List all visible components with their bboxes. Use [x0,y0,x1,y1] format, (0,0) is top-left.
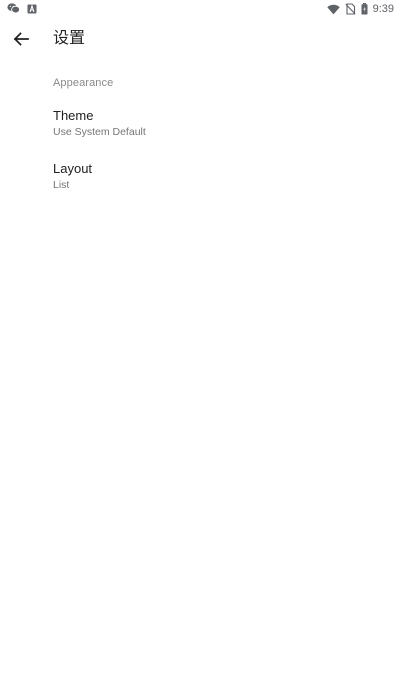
preference-summary: Use System Default [53,126,146,138]
status-bar: 9:39 [0,0,400,18]
app-toolbar: 设置 [0,18,400,60]
preference-title: Theme [53,108,94,123]
preference-theme[interactable]: Theme Use System Default [0,104,400,150]
battery-icon [361,3,368,15]
preference-summary: List [53,179,70,191]
preference-layout[interactable]: Layout List [0,157,400,203]
status-time: 9:39 [372,3,394,15]
preference-title: Layout [53,161,93,176]
status-bar-right: 9:39 [326,2,394,16]
page-title: 设置 [53,30,86,47]
section-header-appearance: Appearance [53,77,114,89]
wifi-icon [326,4,340,15]
status-bar-left [7,3,37,14]
wechat-icon [7,3,20,14]
a-notification-icon [27,3,37,14]
no-sim-icon [344,3,356,15]
arrow-back-icon [13,31,29,47]
back-button[interactable] [8,26,34,52]
